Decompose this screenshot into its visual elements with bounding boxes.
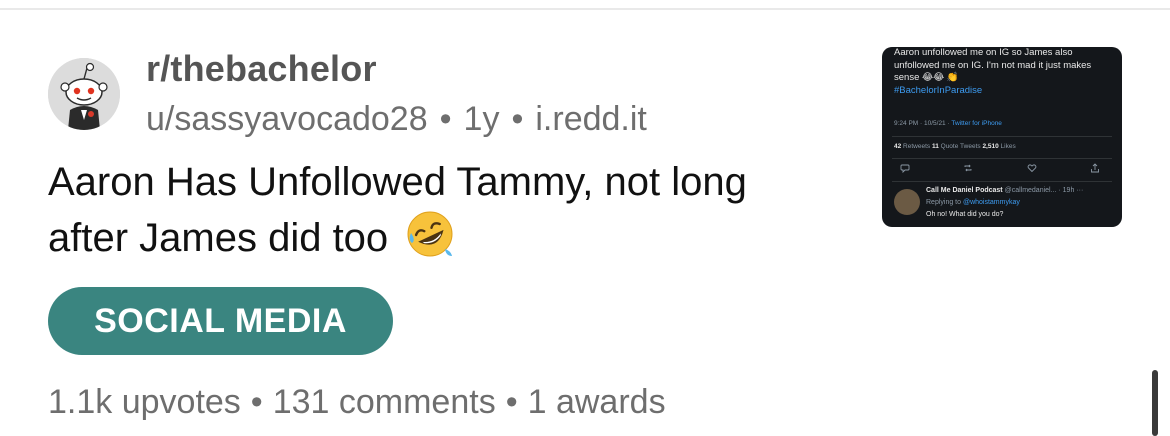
post-meta: u/sassyavocado28 • 1y • i.redd.it <box>146 100 647 139</box>
reply-icon <box>900 164 910 173</box>
post-age: 1y <box>463 100 500 138</box>
tweet-hashtag: #BachelorInParadise <box>894 84 983 96</box>
stats-separator: • <box>505 383 518 421</box>
subreddit-avatar[interactable] <box>48 58 120 130</box>
post-title-text: Aaron Has Unfollowed Tammy, not long aft… <box>48 160 747 260</box>
reply-author: Call Me Daniel Podcast @callmedaniel... … <box>926 187 1084 194</box>
post-title[interactable]: Aaron Has Unfollowed Tammy, not long aft… <box>48 156 808 273</box>
like-icon <box>1027 164 1037 173</box>
post-stats: 1.1k upvotes • 131 comments • 1 awards <box>48 383 666 422</box>
awards-count: 1 awards <box>527 383 666 421</box>
tweet-stats: 42 Retweets 11 Quote Tweets 2,510 Likes <box>894 143 1016 150</box>
scrollbar[interactable] <box>1152 370 1158 436</box>
share-icon <box>1091 163 1099 173</box>
retweet-icon <box>964 164 972 172</box>
top-divider <box>0 8 1170 10</box>
rolling-on-floor-laughing-emoji-icon <box>405 209 455 273</box>
post-thumbnail[interactable]: Aaron unfollowed me on IG so James also … <box>882 47 1122 227</box>
tweet-actions <box>900 163 1100 173</box>
flair-badge[interactable]: SOCIAL MEDIA <box>48 287 393 355</box>
meta-separator: • <box>439 100 452 138</box>
stats-separator: • <box>250 383 263 421</box>
post-domain[interactable]: i.redd.it <box>535 100 647 138</box>
tweet-text-block: Aaron unfollowed me on IG so James also … <box>894 47 1116 97</box>
reply-to: Replying to @whoistammykay <box>926 199 1020 206</box>
meta-separator: • <box>511 100 524 138</box>
snoo-icon <box>48 58 120 130</box>
subreddit-name[interactable]: r/thebachelor <box>146 48 377 90</box>
tweet-client: Twitter for iPhone <box>951 120 1002 127</box>
tweet-divider <box>892 181 1112 182</box>
tweet-divider <box>892 158 1112 159</box>
upvotes-count: 1.1k upvotes <box>48 383 241 421</box>
tweet-timestamp: 9:24 PM · 10/5/21 · Twitter for iPhone <box>894 120 1002 127</box>
reply-text: Oh no! What did you do? <box>926 211 1004 218</box>
author-link[interactable]: u/sassyavocado28 <box>146 100 428 138</box>
tweet-text: Aaron unfollowed me on IG so James also … <box>894 47 1092 83</box>
reply-avatar <box>894 189 920 215</box>
tweet-divider <box>892 136 1112 137</box>
comments-count[interactable]: 131 comments <box>273 383 496 421</box>
